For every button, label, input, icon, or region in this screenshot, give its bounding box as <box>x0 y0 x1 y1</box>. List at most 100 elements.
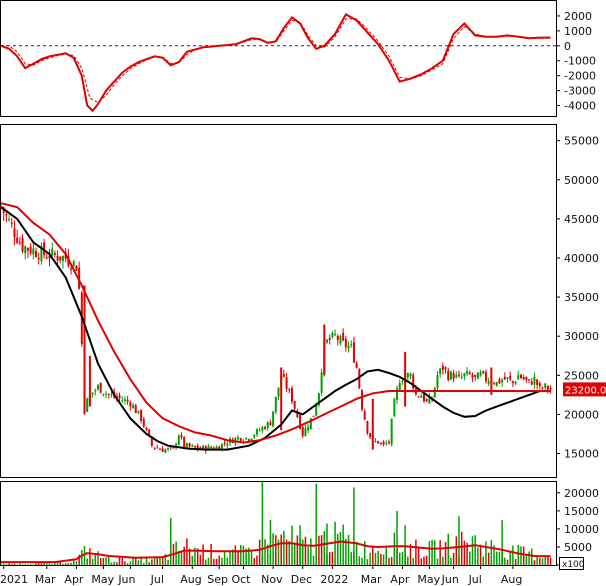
x-tick-label: Oct <box>231 573 251 586</box>
candle-body <box>32 248 35 255</box>
candle-body <box>272 411 275 427</box>
candle-body <box>121 400 124 402</box>
candle-body <box>374 440 377 442</box>
x-tick-label: Jul <box>468 573 482 586</box>
candle-body <box>377 441 380 444</box>
candle-body <box>99 382 102 393</box>
x-tick-label: Dec <box>291 573 312 586</box>
x-tick-label: Mar <box>35 573 56 586</box>
oscillator-y-tick-label: 1000 <box>564 25 592 38</box>
candle-body <box>307 426 310 431</box>
candle-body <box>145 427 148 430</box>
candle-body <box>549 387 552 390</box>
candle-body <box>51 248 54 256</box>
candle-body <box>35 251 38 257</box>
candle-body <box>536 379 539 385</box>
candle-body <box>387 441 390 443</box>
candle-body <box>493 383 496 385</box>
candle-body <box>123 399 126 401</box>
candle-body <box>528 379 531 381</box>
candle-body <box>471 374 474 378</box>
candle-body <box>269 422 272 426</box>
candle-body <box>59 256 62 261</box>
candle-body <box>498 379 501 384</box>
candle-body <box>107 393 110 395</box>
candle-body <box>102 393 105 395</box>
x-tick-label: Apr <box>64 573 84 586</box>
x-tick-label: Aug <box>501 573 522 586</box>
x-tick-label: 2022 <box>320 573 348 586</box>
x-tick-label: Aug <box>180 573 201 586</box>
candle-body <box>110 394 113 396</box>
candle-body <box>56 255 59 261</box>
candle-body <box>517 375 520 380</box>
candle-body <box>385 443 388 445</box>
candle-body <box>514 381 517 384</box>
stock-chart: 200010000-1000-2000-3000-4000 5500050000… <box>0 0 606 586</box>
candle-body <box>188 443 191 447</box>
candle-body <box>26 247 29 251</box>
price-y-tick-label: 30000 <box>564 330 599 343</box>
candle-body <box>94 390 97 392</box>
volume-unit-box: x100 <box>559 557 585 570</box>
candle-body <box>544 383 547 389</box>
volume-y-tick-label: 15000 <box>564 505 599 518</box>
candle-body <box>180 435 183 438</box>
candle-body <box>223 443 226 445</box>
candle-body <box>476 372 479 379</box>
candle-body <box>433 387 436 398</box>
candle-body <box>266 422 269 429</box>
candle-body <box>436 375 439 389</box>
candle-body <box>363 411 366 420</box>
candle-body <box>325 339 328 343</box>
candle-body <box>210 447 213 449</box>
candle-body <box>509 375 512 380</box>
oscillator-y-tick-label: 0 <box>564 40 571 53</box>
candle-body <box>288 389 291 391</box>
candle-body <box>452 372 455 379</box>
candle-body <box>393 398 396 417</box>
candle-body <box>455 374 458 378</box>
candle-body <box>153 447 156 449</box>
candle-body <box>53 253 56 255</box>
candle-body <box>172 447 175 449</box>
price-y-tick-label: 50000 <box>564 174 599 187</box>
candle-body <box>105 393 108 395</box>
candle-body <box>274 396 277 413</box>
candle-body <box>344 338 347 348</box>
candle-body <box>239 438 242 442</box>
x-tick-label: Apr <box>390 573 410 586</box>
candle-body <box>13 228 16 238</box>
oscillator-y-tick-label: -1000 <box>564 55 596 68</box>
candle-body <box>331 332 334 338</box>
candle-body <box>495 382 498 386</box>
volume-y-tick-label: 10000 <box>564 523 599 536</box>
x-tick-label: 2021 <box>0 573 28 586</box>
price-y-tick-label: 25000 <box>564 369 599 382</box>
price-y-tick-label: 15000 <box>564 448 599 461</box>
candle-body <box>8 219 11 221</box>
candle-body <box>379 442 382 444</box>
candle-body <box>369 433 372 438</box>
candle-body <box>328 337 331 341</box>
candle-body <box>417 396 420 398</box>
candle-body <box>245 437 248 440</box>
candle-body <box>506 377 509 379</box>
candle-body <box>255 429 258 435</box>
volume-unit-label: x100 <box>562 560 585 570</box>
candle-body <box>441 365 444 370</box>
candle-body <box>215 446 218 449</box>
candle-body <box>546 386 549 390</box>
candle-body <box>96 385 99 390</box>
candle-body <box>463 373 466 377</box>
candle-body <box>533 376 536 385</box>
price-y-tick-label: 35000 <box>564 291 599 304</box>
oscillator-panel-frame <box>0 0 557 117</box>
candle-body <box>352 342 355 363</box>
candle-body <box>541 387 544 389</box>
candle-body <box>530 381 533 385</box>
oscillator-y-tick-label: -3000 <box>564 85 596 98</box>
oscillator-y-ticks: 2000 1000 0 -1000 -2000 -3000 -4000 <box>556 10 596 113</box>
candle-body <box>37 257 40 260</box>
candle-body <box>406 373 409 378</box>
